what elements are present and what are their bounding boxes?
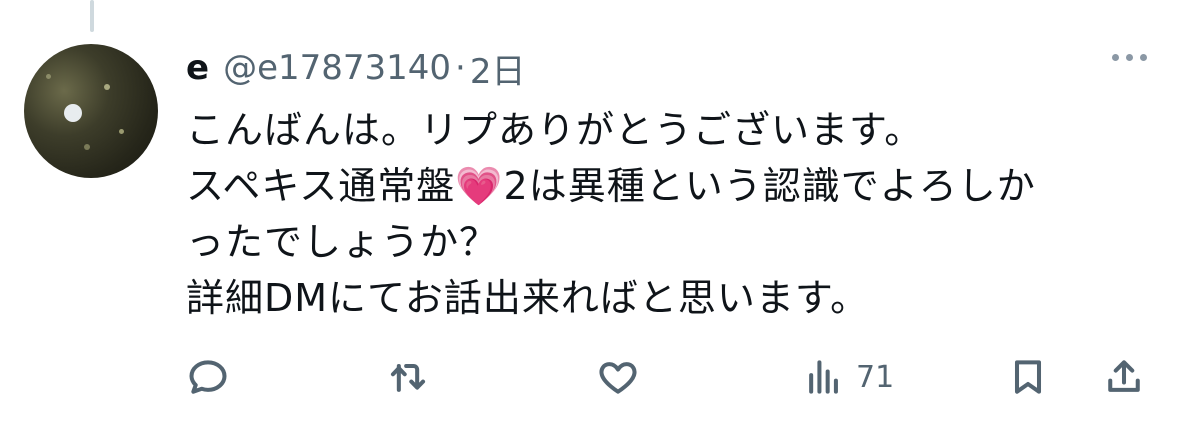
heart-icon xyxy=(599,362,637,394)
thread-connector-line xyxy=(90,0,94,32)
avatar-speck xyxy=(119,129,124,134)
tweet-header: e @e17873140 · 2日 xyxy=(186,44,526,92)
more-dot xyxy=(1140,54,1147,61)
body-line: スペキス通常盤💗2は異種という認識でよろしか xyxy=(186,164,1036,208)
retweet-button[interactable] xyxy=(386,352,430,402)
share-icon xyxy=(1108,360,1140,392)
share-button[interactable] xyxy=(1102,352,1146,402)
bookmark-button[interactable] xyxy=(1006,352,1050,402)
avatar-speck xyxy=(46,74,51,79)
body-line: 詳細DMにてお話出来ればと思います。 xyxy=(186,276,870,320)
avatar-speck xyxy=(104,84,110,90)
bookmark-icon xyxy=(1014,360,1042,394)
body-line: こんばんは。リプありがとうございます。 xyxy=(186,108,924,152)
reply-icon xyxy=(189,360,227,394)
user-handle[interactable]: @e17873140 xyxy=(223,48,451,88)
avatar-speck xyxy=(84,144,90,150)
action-bar: 71 xyxy=(186,352,1146,402)
reply-button[interactable] xyxy=(186,352,230,402)
avatar-speck xyxy=(64,104,82,122)
header-separator: · xyxy=(455,48,466,88)
views-button[interactable]: 71 xyxy=(802,352,894,402)
like-button[interactable] xyxy=(596,352,640,402)
more-dot xyxy=(1112,54,1119,61)
more-options-icon[interactable] xyxy=(1112,54,1147,61)
timestamp[interactable]: 2日 xyxy=(470,44,526,93)
tweet-body: こんばんは。リプありがとうございます。 スペキス通常盤💗2は異種という認識でよろ… xyxy=(186,102,1146,326)
views-count: 71 xyxy=(856,359,895,395)
more-dot xyxy=(1126,54,1133,61)
display-name[interactable]: e xyxy=(186,48,209,88)
views-icon xyxy=(809,360,838,394)
avatar[interactable] xyxy=(24,44,158,178)
body-line: ったでしょうか？ xyxy=(186,220,499,264)
retweet-icon xyxy=(390,363,426,392)
